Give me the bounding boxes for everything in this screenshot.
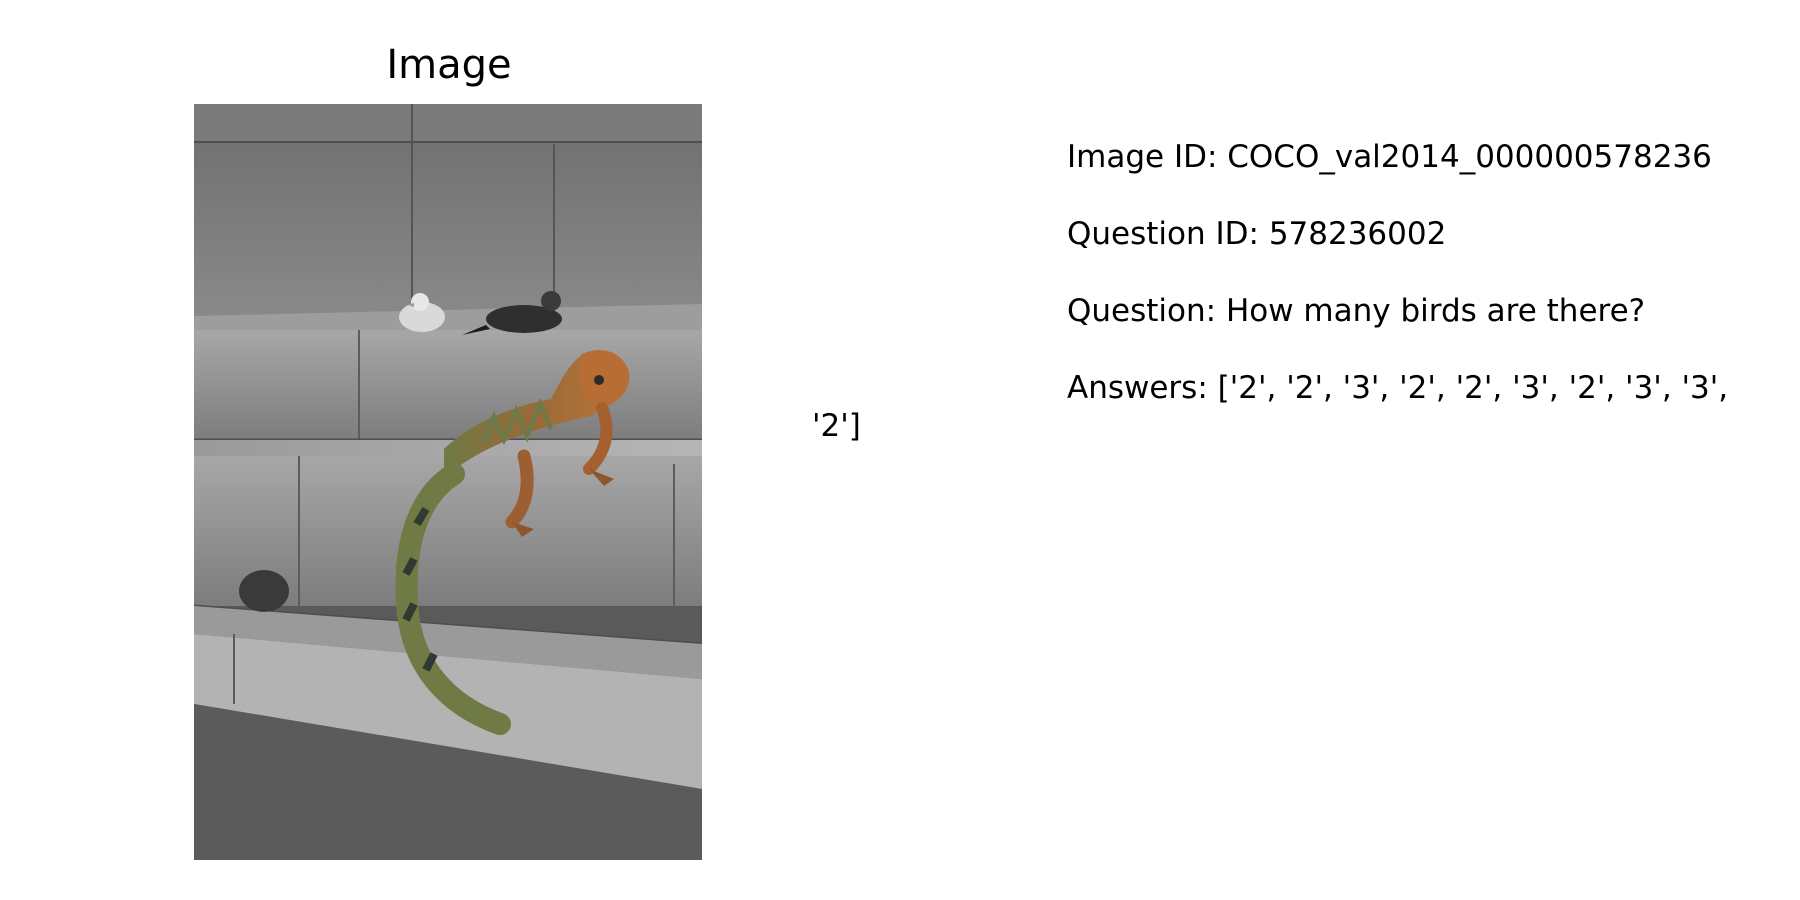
image-panel-title: Image (386, 42, 512, 88)
answers-text-line-1: Answers: ['2', '2', '3', '2', '2', '3', … (1067, 370, 1729, 406)
answers-text-line-2: '2'] (812, 408, 861, 444)
question-id-text: Question ID: 578236002 (1067, 216, 1447, 252)
image-id-text: Image ID: COCO_val2014_000000578236 (1067, 139, 1712, 175)
coconut (239, 570, 289, 612)
question-text: Question: How many birds are there? (1067, 293, 1646, 329)
iguana-photo-illustration (194, 104, 702, 860)
photo (194, 104, 702, 860)
